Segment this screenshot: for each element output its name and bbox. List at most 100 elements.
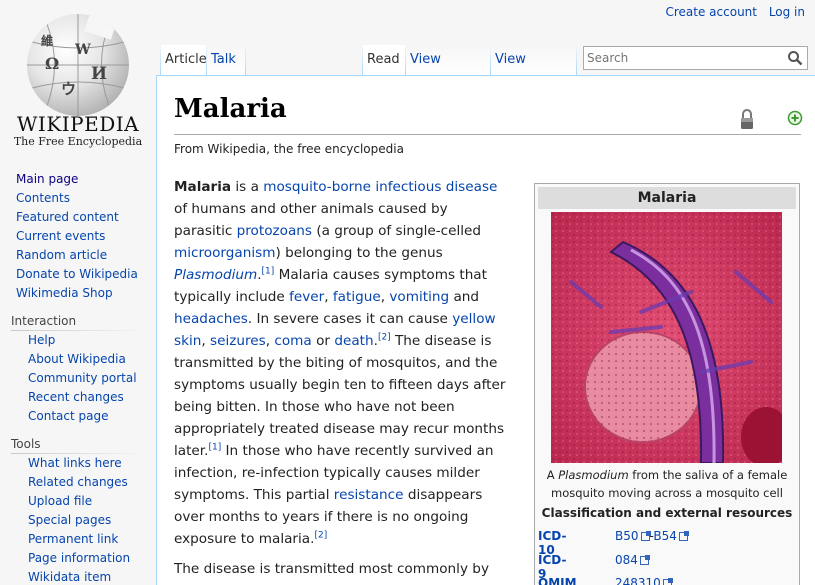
sidebar-item-recent-changes[interactable]: Recent changes [0, 388, 156, 407]
tab-read-label: Read [367, 52, 400, 67]
link-fever[interactable]: fever [289, 289, 324, 305]
sidebar-item-random-article[interactable]: Random article [0, 246, 156, 265]
image-caption: A Plasmodium from the saliva of a female… [541, 466, 793, 502]
sidebar-item-special-pages[interactable]: Special pages [0, 511, 156, 530]
omim-248310-link[interactable]: 248310 [615, 576, 661, 585]
text: ) belonging to the genus [275, 245, 443, 261]
sidebar-item-donate[interactable]: Donate to Wikipedia [0, 265, 156, 284]
sidebar-item-contact-page[interactable]: Contact page [0, 407, 156, 426]
globe-glyph: ウ [61, 80, 77, 98]
classification-heading: Classification and external resources [541, 506, 793, 520]
puzzle-globe-icon: Ω W И ウ 維 [27, 14, 129, 116]
sidebar-item-wikidata-item[interactable]: Wikidata item [0, 568, 156, 585]
sidebar-item-permanent-link[interactable]: Permanent link [0, 530, 156, 549]
login-link[interactable]: Log in [769, 5, 805, 19]
lock-icon[interactable] [739, 108, 755, 130]
article-body: Malaria is a mosquito-borne infectious d… [174, 176, 510, 585]
icd9-084-link[interactable]: 084 [615, 553, 638, 567]
plasmodium-micrograph-image [551, 212, 782, 463]
tab-read[interactable]: Read [363, 45, 405, 75]
globe-glyph: Ω [45, 54, 60, 73]
search-box[interactable] [583, 46, 808, 70]
wikipedia-wordmark: WIKIPEDIA [16, 112, 140, 136]
personal-tools: Create account Log in [657, 5, 805, 19]
sidebar-item-about-wikipedia[interactable]: About Wikipedia [0, 350, 156, 369]
tab-separator [245, 45, 246, 75]
featured-plus-icon[interactable] [787, 110, 803, 126]
tools-portal: What links here Related changes Upload f… [0, 454, 156, 585]
tab-talk-label[interactable]: Talk [211, 52, 236, 67]
globe-glyph: W [75, 42, 91, 58]
sidebar-item-featured-content[interactable]: Featured content [0, 208, 156, 227]
tools-heading[interactable]: Tools [0, 435, 156, 453]
globe-glyph: И [91, 64, 108, 84]
omim-key-link[interactable]: OMIM [538, 576, 577, 585]
reference-2[interactable]: [2] [314, 530, 327, 540]
icd10-b50-link[interactable]: B50 [615, 529, 639, 543]
interaction-heading[interactable]: Interaction [0, 312, 156, 330]
sidebar-item-contents[interactable]: Contents [0, 189, 156, 208]
tab-article[interactable]: Article [161, 45, 207, 75]
text: or [311, 333, 335, 349]
link-plasmodium-label: Plasmodium [174, 267, 258, 283]
site-subtitle: From Wikipedia, the free encyclopedia [174, 142, 404, 156]
link-infectious-disease[interactable]: infectious disease [375, 179, 497, 195]
text: , [324, 289, 333, 305]
reference-1[interactable]: [1] [208, 442, 221, 452]
paragraph: Malaria is a mosquito-borne infectious d… [174, 176, 510, 550]
wikipedia-tagline: The Free Encyclopedia [13, 135, 143, 148]
sidebar-item-upload-file[interactable]: Upload file [0, 492, 156, 511]
wikipedia-logo[interactable]: Ω W И ウ 維 WIKIPEDIA The Free Encyclopedi… [0, 0, 156, 160]
link-headaches[interactable]: headaches [174, 311, 248, 327]
link-protozoans[interactable]: protozoans [237, 223, 312, 239]
search-icon[interactable] [787, 50, 803, 66]
link-mosquito-borne[interactable]: mosquito-borne [263, 179, 371, 195]
external-link-icon [639, 555, 650, 565]
infobox-title: Malaria [538, 187, 796, 209]
link-resistance[interactable]: resistance [334, 487, 404, 503]
sidebar-item-main-page[interactable]: Main page [0, 170, 156, 189]
sidebar-navigation: Main page Contents Featured content Curr… [0, 170, 156, 303]
external-link-icon [662, 578, 673, 585]
external-link-icon [678, 531, 689, 541]
reference-2[interactable]: [2] [378, 332, 391, 342]
sidebar-item-current-events[interactable]: Current events [0, 227, 156, 246]
interaction-portal: Help About Wikipedia Community portal Re… [0, 331, 156, 426]
search-input[interactable] [587, 50, 777, 66]
link-fatigue[interactable]: fatigue [333, 289, 381, 305]
text: , [201, 333, 211, 349]
link-plasmodium[interactable]: Plasmodium [174, 267, 257, 283]
tab-view-history[interactable]: View history [491, 45, 576, 97]
link-vomiting[interactable]: vomiting [389, 289, 449, 305]
sidebar: Main page Contents Featured content Curr… [0, 170, 156, 585]
icd10-b54-link[interactable]: B54 [653, 529, 677, 543]
link-death[interactable]: death [334, 333, 373, 349]
sidebar-item-what-links-here[interactable]: What links here [0, 454, 156, 473]
infobox-image[interactable] [551, 212, 782, 463]
sidebar-item-page-information[interactable]: Page information [0, 549, 156, 568]
sidebar-item-help[interactable]: Help [0, 331, 156, 350]
article-subject: Malaria [174, 179, 232, 195]
content-area: Malaria From Wikipedia, the free encyclo… [156, 75, 815, 585]
sidebar-item-related-changes[interactable]: Related changes [0, 473, 156, 492]
tab-talk[interactable]: Talk [207, 45, 245, 75]
link-microorganism[interactable]: microorganism [174, 245, 275, 261]
tab-separator [576, 45, 577, 75]
sidebar-item-community-portal[interactable]: Community portal [0, 369, 156, 388]
tab-view-source[interactable]: View source [406, 45, 490, 97]
page-title: Malaria [174, 94, 287, 124]
caption-plasmodium: Plasmodium [558, 468, 629, 482]
create-account-link[interactable]: Create account [665, 5, 757, 19]
sidebar-item-wikimedia-shop[interactable]: Wikimedia Shop [0, 284, 156, 303]
infobox: Malaria A Plasmodium from the saliva of … [534, 183, 800, 585]
text: and [449, 289, 480, 305]
tab-article-label: Article [165, 52, 207, 67]
text: is a [231, 179, 264, 195]
text: (a group of single-celled [312, 223, 482, 239]
text: . In severe cases it can cause [247, 311, 453, 327]
text: The disease is transmitted by the biting… [174, 333, 506, 459]
link-seizures[interactable]: seizures [210, 333, 266, 349]
link-coma[interactable]: coma [274, 333, 311, 349]
title-divider [174, 134, 801, 135]
reference-1[interactable]: [1] [262, 266, 275, 276]
